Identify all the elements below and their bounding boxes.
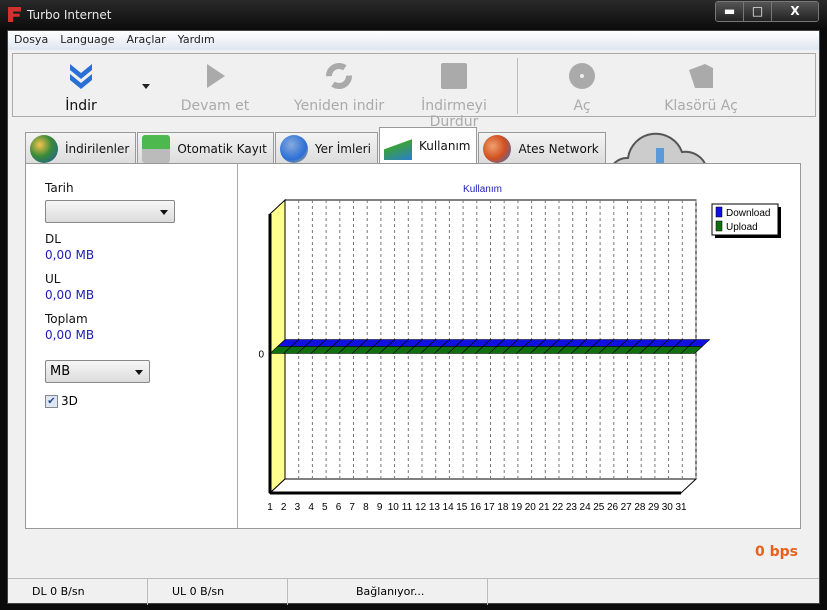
minimize-button[interactable]: ▬ xyxy=(716,2,744,21)
tab-auto-save[interactable]: Otomatik Kayıt xyxy=(137,132,274,164)
x-tick-label: 13 xyxy=(429,502,441,513)
legend-swatch-download xyxy=(715,206,723,218)
legend-label-download: Download xyxy=(726,208,770,219)
status-bar: DL 0 B/sn UL 0 B/sn Bağlanıyor... xyxy=(8,578,819,605)
app-window: Turbo Internet ▬ □ X Dosya Language Araç… xyxy=(0,0,827,610)
x-tick-label: 7 xyxy=(349,502,355,513)
toolbar: İndir Devam et Yeniden indir İndirmeyi D… xyxy=(12,53,816,130)
title-bar[interactable]: Turbo Internet ▬ □ X xyxy=(0,0,827,30)
users-icon xyxy=(483,134,512,163)
x-tick-label: 22 xyxy=(552,502,564,513)
download-button[interactable]: İndir xyxy=(49,54,113,116)
redownload-label: Yeniden indir xyxy=(293,98,385,114)
x-tick-label: 30 xyxy=(662,502,674,513)
menu-yardim[interactable]: Yardım xyxy=(172,31,221,50)
x-tick-label: 10 xyxy=(388,502,400,513)
open-folder-label: Klasörü Aç xyxy=(664,98,738,114)
x-tick-label: 29 xyxy=(648,502,660,513)
status-connection: Bağlanıyor... xyxy=(288,579,488,605)
stop-button[interactable]: İndirmeyi Durdur xyxy=(397,54,511,130)
x-tick-label: 1 xyxy=(267,502,273,513)
x-tick-label: 28 xyxy=(634,502,646,513)
download-label: İndir xyxy=(65,98,97,114)
chart-title: Kullanım xyxy=(463,184,502,195)
usage-panel: Tarih DL 0,00 MB UL 0,00 MB Toplam 0,00 … xyxy=(25,163,801,529)
x-tick-label: 25 xyxy=(593,502,605,513)
x-tick-label: 16 xyxy=(470,502,482,513)
play-icon xyxy=(207,64,225,88)
caret-down-icon xyxy=(142,84,150,93)
tab-label: Kullanım xyxy=(418,139,471,153)
x-tick-label: 27 xyxy=(621,502,633,513)
x-tick-label: 24 xyxy=(580,502,592,513)
folder-icon xyxy=(689,64,713,88)
y-tick-label: 0 xyxy=(258,350,264,361)
stop-icon xyxy=(441,63,467,89)
menu-bar: Dosya Language Araçlar Yardım xyxy=(8,31,819,50)
x-tick-label: 3 xyxy=(295,502,301,513)
legend-swatch-upload xyxy=(715,220,723,232)
menu-araclar[interactable]: Araçlar xyxy=(120,31,171,50)
tab-bookmarks[interactable]: Yer İmleri xyxy=(274,132,378,164)
download-dropdown-button[interactable] xyxy=(139,54,153,116)
speed-readout: 0 bps xyxy=(755,544,798,560)
status-dl: DL 0 B/sn xyxy=(8,579,148,605)
x-tick-label: 5 xyxy=(322,502,328,513)
app-logo-icon xyxy=(8,7,21,22)
tab-usage[interactable]: Kullanım xyxy=(378,127,478,164)
double-chevron-down-icon xyxy=(70,64,92,89)
open-icon xyxy=(569,63,595,89)
tab-label: Otomatik Kayıt xyxy=(177,141,267,156)
tab-downloads[interactable]: İndirilenler xyxy=(25,132,137,164)
open-button[interactable]: Aç xyxy=(553,54,611,116)
x-tick-label: 6 xyxy=(336,502,342,513)
chart-floor xyxy=(268,478,698,494)
x-tick-label: 2 xyxy=(281,502,287,513)
x-tick-label: 26 xyxy=(607,502,619,513)
legend-label-upload: Upload xyxy=(726,222,758,233)
refresh-icon xyxy=(326,63,352,89)
resume-label: Devam et xyxy=(180,98,250,114)
x-tick-label: 15 xyxy=(456,502,468,513)
globe-icon xyxy=(30,134,58,163)
menu-language[interactable]: Language xyxy=(54,31,120,50)
usage-chart: Kullanım1 2 3 4 5 6 7 8 9 10 11 12 13 14 15 16 17 18 19 20 2… xyxy=(258,184,781,513)
tab-label: İndirilenler xyxy=(65,141,130,156)
menu-dosya[interactable]: Dosya xyxy=(8,31,54,50)
x-tick-label: 20 xyxy=(525,502,537,513)
bookmark-globe-icon xyxy=(279,134,308,163)
window-title: Turbo Internet xyxy=(27,8,112,22)
tab-label: Yer İmleri xyxy=(314,141,371,156)
x-tick-label: 9 xyxy=(377,502,383,513)
tab-ates-network[interactable]: Ates Network xyxy=(478,132,606,164)
chart-icon xyxy=(383,132,412,160)
client-area: Dosya Language Araçlar Yardım İndir Deva… xyxy=(7,30,820,605)
status-ul: UL 0 B/sn xyxy=(148,579,288,605)
x-tick-label: 14 xyxy=(443,502,455,513)
x-tick-label: 31 xyxy=(675,502,687,513)
toolbar-separator xyxy=(517,58,518,114)
open-folder-button[interactable]: Klasörü Aç xyxy=(659,54,743,116)
stop-label: İndirmeyi Durdur xyxy=(421,98,487,130)
x-tick-label: 4 xyxy=(308,502,314,513)
maximize-button[interactable]: □ xyxy=(744,2,772,21)
open-label: Aç xyxy=(573,98,591,114)
x-tick-label: 21 xyxy=(538,502,550,513)
tab-bar: İndirilenler Otomatik Kayıt Yer İmleri K… xyxy=(25,127,607,164)
close-button[interactable]: X xyxy=(772,2,818,21)
x-tick-label: 19 xyxy=(511,502,523,513)
x-tick-label: 18 xyxy=(497,502,509,513)
x-tick-label: 11 xyxy=(402,502,413,513)
x-tick-label: 17 xyxy=(484,502,496,513)
x-tick-label: 8 xyxy=(363,502,369,513)
x-tick-label: 23 xyxy=(566,502,578,513)
x-tick-label: 12 xyxy=(415,502,427,513)
resume-button[interactable]: Devam et xyxy=(173,54,257,116)
download-drive-icon xyxy=(142,134,171,163)
redownload-button[interactable]: Yeniden indir xyxy=(289,54,389,116)
tab-label: Ates Network xyxy=(518,141,599,156)
